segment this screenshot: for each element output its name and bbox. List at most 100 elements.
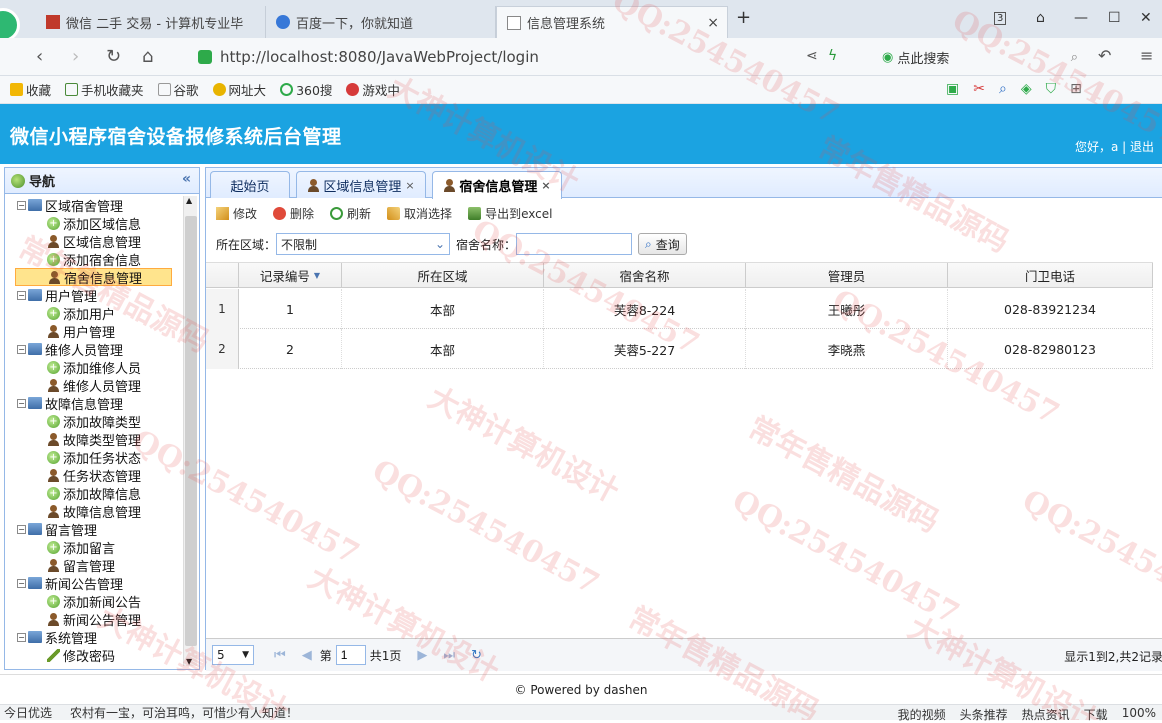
collapse-toggle-icon[interactable]: − xyxy=(17,524,26,534)
browser-tab-baidu[interactable]: 百度一下，你就知道 xyxy=(266,6,496,38)
table-row[interactable]: 2 2 本部 芙蓉5-227 李晓燕 028-82980123 xyxy=(206,329,1153,369)
tree-item[interactable]: + 添加宿舍信息 xyxy=(47,250,141,269)
bookmark-360[interactable]: 360搜 xyxy=(280,80,332,99)
page-number-input[interactable] xyxy=(335,645,366,665)
bookmark-mobile[interactable]: 手机收藏夹 xyxy=(65,80,144,99)
tab-area-info[interactable]: 区域信息管理 × xyxy=(296,171,426,198)
tree-item[interactable]: + 添加区域信息 xyxy=(47,214,141,233)
gamepad-icon[interactable]: ◈ xyxy=(1021,81,1032,97)
reload-icon[interactable]: ↻ xyxy=(106,46,121,67)
tree-item[interactable]: 维修人员管理 xyxy=(47,376,141,395)
first-page-icon[interactable]: ⏮ xyxy=(274,648,286,663)
tree-item[interactable]: 故障信息管理 xyxy=(47,502,141,521)
address-input[interactable]: http://localhost:8080/JavaWebProject/log… xyxy=(198,44,798,70)
area-select[interactable]: 不限制 ⌄ xyxy=(276,233,451,255)
bookmark-google[interactable]: 谷歌 xyxy=(157,80,199,99)
cancel-select-button[interactable]: 取消选择 xyxy=(387,205,452,222)
extension-icons[interactable]: ▣ ✂ ⌕ ◈ ⛉ ⊞ xyxy=(946,81,1082,97)
next-page-icon[interactable]: ▶ xyxy=(417,648,427,663)
tree-folder[interactable]: − 故障信息管理 xyxy=(17,394,123,413)
shirt-icon[interactable]: ⌂ xyxy=(1036,10,1045,26)
forward-icon[interactable]: › xyxy=(72,46,79,67)
bookmark-sites[interactable]: 网址大 xyxy=(212,80,266,99)
prev-page-icon[interactable]: ◀ xyxy=(302,648,312,663)
tab-dorm-info[interactable]: 宿舍信息管理 × xyxy=(432,171,562,199)
chevron-down-icon[interactable]: ▼ xyxy=(242,650,249,660)
column-header[interactable]: 宿舍名称 xyxy=(544,263,746,288)
browser-logo-icon[interactable] xyxy=(0,8,20,42)
table-row[interactable]: 1 1 本部 芙蓉8-224 王曦彤 028-83921234 xyxy=(206,289,1153,329)
tree-item[interactable]: + 添加维修人员 xyxy=(47,358,141,377)
status-download[interactable]: 下载 xyxy=(1084,706,1108,723)
close-icon[interactable]: × xyxy=(541,179,550,192)
tree-item[interactable]: + 添加故障信息 xyxy=(47,484,141,503)
page-size-select[interactable]: 5 ▼ xyxy=(212,645,254,665)
search-icon[interactable]: ⌕ xyxy=(1071,50,1078,65)
tree-item[interactable]: 任务状态管理 xyxy=(47,466,141,485)
share-icon[interactable]: ⋖ xyxy=(806,48,818,64)
extension-icon[interactable]: ▣ xyxy=(946,81,959,97)
tab-count-badge[interactable]: 3 xyxy=(994,12,1007,25)
scroll-thumb[interactable] xyxy=(185,216,197,646)
tree-folder[interactable]: − 维修人员管理 xyxy=(17,340,123,359)
tree-item[interactable]: 故障类型管理 xyxy=(47,430,141,449)
magnifier-icon[interactable]: ⌕ xyxy=(999,81,1007,97)
edit-button[interactable]: 修改 xyxy=(216,205,257,222)
lightning-icon[interactable]: ϟ xyxy=(828,48,837,64)
bookmark-favorites[interactable]: 收藏 xyxy=(10,80,51,99)
status-headlines[interactable]: 头条推荐 xyxy=(960,706,1008,723)
refresh-button[interactable]: 刷新 xyxy=(330,205,371,222)
close-window-icon[interactable]: ✕ xyxy=(1140,10,1152,26)
tree-item[interactable]: 区域信息管理 xyxy=(47,232,141,251)
collapse-toggle-icon[interactable]: − xyxy=(17,344,26,354)
collapse-toggle-icon[interactable]: − xyxy=(17,200,26,210)
tree-item[interactable]: + 添加用户 xyxy=(47,304,115,323)
query-button[interactable]: ⌕ 查询 xyxy=(638,233,687,255)
column-header[interactable]: 所在区域 xyxy=(342,263,544,288)
last-page-icon[interactable]: ⏭ xyxy=(443,648,455,663)
chevron-down-icon[interactable]: ⌄ xyxy=(435,237,445,251)
scroll-down-icon[interactable]: ▼ xyxy=(186,657,192,666)
column-header[interactable]: 记录编号 ▼ xyxy=(239,263,342,288)
status-news[interactable]: 农村有一宝，可治耳鸣，可惜少有人知道！ xyxy=(70,704,298,721)
status-hot[interactable]: 热点资讯 xyxy=(1022,706,1070,723)
tree-folder[interactable]: − 用户管理 xyxy=(17,286,97,305)
collapse-icon[interactable]: « xyxy=(182,171,191,187)
search-box[interactable]: ◉ 点此搜索 ⌕ xyxy=(882,44,1082,70)
minimize-icon[interactable]: — xyxy=(1074,10,1088,26)
browser-tab-active[interactable]: 信息管理系统 × xyxy=(496,6,728,38)
collapse-toggle-icon[interactable]: − xyxy=(17,578,26,588)
bookmark-games[interactable]: 游戏中 xyxy=(346,80,400,99)
status-zoom[interactable]: 100% xyxy=(1122,706,1156,723)
collapse-toggle-icon[interactable]: − xyxy=(17,632,26,642)
delete-button[interactable]: 删除 xyxy=(273,205,314,222)
export-button[interactable]: 导出到excel xyxy=(468,205,552,222)
scroll-up-icon[interactable]: ▲ xyxy=(186,196,192,205)
shield-icon[interactable]: ⛉ xyxy=(1046,81,1057,97)
tree-item[interactable]: + 添加新闻公告 xyxy=(47,592,141,611)
maximize-icon[interactable]: ☐ xyxy=(1108,10,1121,26)
tree-item[interactable]: + 添加留言 xyxy=(47,538,115,557)
tree-folder[interactable]: − 新闻公告管理 xyxy=(17,574,123,593)
new-tab-button[interactable]: + xyxy=(736,7,751,28)
status-video[interactable]: 我的视频 xyxy=(898,706,946,723)
sort-icon[interactable]: ▼ xyxy=(314,271,320,280)
collapse-toggle-icon[interactable]: − xyxy=(17,398,26,408)
user-greeting[interactable]: 您好，a | 退出 xyxy=(1075,138,1154,155)
tree-item[interactable]: 新闻公告管理 xyxy=(47,610,141,629)
tree-folder[interactable]: − 系统管理 xyxy=(17,628,97,647)
menu-icon[interactable]: ≡ xyxy=(1140,46,1153,65)
close-icon[interactable]: × xyxy=(707,15,719,31)
reload-icon[interactable]: ↻ xyxy=(471,648,482,663)
dorm-name-input[interactable] xyxy=(516,233,633,255)
tree-folder[interactable]: − 区域宿舍管理 xyxy=(17,196,123,215)
tree-item[interactable]: + 添加故障类型 xyxy=(47,412,141,431)
scissors-icon[interactable]: ✂ xyxy=(973,81,985,97)
tree-item[interactable]: 宿舍信息管理 xyxy=(15,268,172,287)
tree-item[interactable]: + 添加任务状态 xyxy=(47,448,141,467)
tree-folder[interactable]: − 留言管理 xyxy=(17,520,97,539)
status-left[interactable]: 今日优选 xyxy=(4,704,52,721)
home-icon[interactable]: ⌂ xyxy=(142,46,153,67)
tab-start[interactable]: 起始页 xyxy=(210,171,290,198)
apps-icon[interactable]: ⊞ xyxy=(1070,81,1082,97)
